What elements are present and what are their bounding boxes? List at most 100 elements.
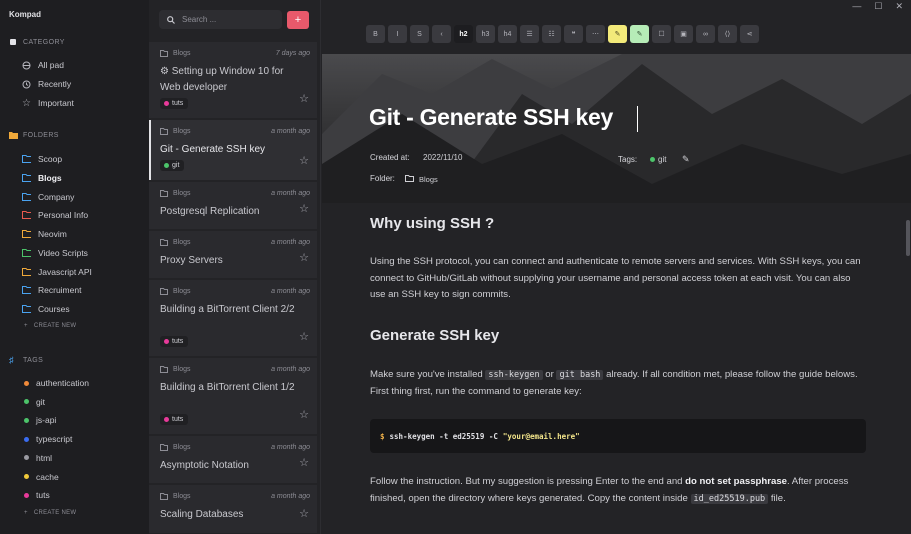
star-icon[interactable]: ☆: [299, 330, 309, 343]
note-item[interactable]: Blogs a month ago Git - Generate SSH key gi…: [149, 120, 317, 181]
folder-icon: [22, 211, 31, 220]
note-category: Blogs: [160, 239, 191, 246]
toolbar-highlight-yellow-button[interactable]: ✎: [608, 25, 627, 43]
sidebar-item-important[interactable]: ☆ Important: [22, 97, 74, 109]
star-icon[interactable]: ☆: [299, 154, 309, 167]
sidebar-tag-js-api[interactable]: js-api: [24, 414, 56, 426]
note-item[interactable]: Blogs a month ago Scaling Databases ☆: [149, 485, 317, 534]
sidebar-folder-personal-info[interactable]: Personal Info: [22, 209, 88, 221]
toolbar-code-block-button[interactable]: ⟨⟩: [718, 25, 737, 43]
paragraph-generate: Make sure you've installed ssh-keygen or…: [370, 367, 866, 400]
tag-color-dot: [24, 455, 29, 461]
note-tag[interactable]: tuts: [160, 336, 189, 347]
sidebar-folder-scoop[interactable]: Scoop: [22, 153, 62, 165]
add-note-button[interactable]: +: [287, 11, 309, 29]
note-tag[interactable]: git: [650, 155, 666, 164]
toolbar-task-button[interactable]: ☐: [652, 25, 671, 43]
sidebar-tag-typescript[interactable]: typescript: [24, 433, 72, 445]
star-icon[interactable]: ☆: [299, 456, 309, 469]
tag-color-dot: [164, 163, 169, 168]
toolbar-hr-button[interactable]: ⋯: [586, 25, 605, 43]
star-icon[interactable]: ☆: [299, 202, 309, 215]
folder-icon: [22, 305, 31, 314]
toolbar-ordered-list-button[interactable]: ☷: [542, 25, 561, 43]
toolbar-strike-button[interactable]: S: [410, 25, 429, 43]
tag-color-dot: [24, 417, 29, 423]
tag-label: tuts: [36, 490, 50, 501]
sidebar-folder-courses[interactable]: Courses: [22, 303, 70, 315]
sidebar-tag-cache[interactable]: cache: [24, 471, 59, 483]
star-icon[interactable]: ☆: [299, 507, 309, 520]
sidebar-folder-neovim[interactable]: Neovim: [22, 228, 67, 240]
toolbar-bullet-list-button[interactable]: ☰: [520, 25, 539, 43]
folder-icon: [22, 267, 31, 276]
note-title: ⚙ Setting up Window 10 for Web developer: [160, 66, 284, 93]
toolbar-image-button[interactable]: ▣: [674, 25, 693, 43]
toolbar-h3-button[interactable]: h3: [476, 25, 495, 43]
note-category-label: Blogs: [173, 493, 191, 500]
code-block[interactable]: $ ssh-keygen -t ed25519 -C "your@email.h…: [370, 419, 866, 453]
search-input[interactable]: [182, 15, 277, 24]
note-tag[interactable]: git: [160, 160, 185, 171]
star-icon[interactable]: ☆: [299, 408, 309, 421]
heading-why-ssh: Why using SSH ?: [370, 215, 495, 232]
scrollbar[interactable]: [906, 220, 910, 256]
sidebar-folder-company[interactable]: Company: [22, 191, 74, 203]
note-item[interactable]: Blogs a month ago Building a BitTorrent Cl…: [149, 358, 317, 435]
note-title: Asymptotic Notation: [160, 460, 249, 471]
note-title: Proxy Servers: [160, 255, 223, 266]
toolbar-link-button[interactable]: ∞: [696, 25, 715, 43]
note-time: a month ago: [271, 239, 310, 246]
toolbar-h4-button[interactable]: h4: [498, 25, 517, 43]
sidebar-tag-authentication[interactable]: authentication: [24, 377, 89, 389]
category-icon: [9, 38, 17, 46]
close-icon[interactable]: ✕: [895, 1, 903, 12]
sidebar-tag-git[interactable]: git: [24, 396, 45, 408]
create-tag-label: CREATE NEW: [33, 510, 77, 516]
sidebar-item-label: Important: [38, 98, 74, 108]
sidebar-folder-recruiment[interactable]: Recruiment: [22, 284, 81, 296]
note-category: Blogs: [160, 190, 191, 197]
minimize-icon[interactable]: —: [852, 1, 861, 12]
note-item[interactable]: Blogs 7 days ago ⚙ Setting up Window 10 fo…: [149, 42, 317, 119]
toolbar-italic-button[interactable]: I: [388, 25, 407, 43]
sidebar-folder-javascript-api[interactable]: Javascript API: [22, 266, 92, 278]
note-item[interactable]: Blogs a month ago Building a BitTorrent Cl…: [149, 280, 317, 357]
edit-tag-icon[interactable]: ✎: [682, 154, 690, 165]
folder-icon: [160, 444, 168, 451]
toolbar-highlight-green-button[interactable]: ✎: [630, 25, 649, 43]
toolbar-h2-button[interactable]: h2: [454, 25, 473, 43]
sidebar-folder-video-scripts[interactable]: Video Scripts: [22, 247, 88, 259]
sidebar-item-recently[interactable]: Recently: [22, 78, 71, 90]
note-tag[interactable]: tuts: [160, 414, 189, 425]
sidebar-item-all-pad[interactable]: All pad: [22, 59, 64, 71]
maximize-icon[interactable]: ☐: [874, 1, 882, 12]
note-item[interactable]: Blogs a month ago Postgresql Replication ☆: [149, 182, 317, 230]
toolbar-code-button[interactable]: ‹: [432, 25, 451, 43]
text-span: file.: [770, 492, 786, 504]
note-title[interactable]: Git - Generate SSH key: [369, 104, 613, 131]
star-icon[interactable]: ☆: [299, 92, 309, 105]
note-category: Blogs: [160, 444, 191, 451]
toolbar-bold-button[interactable]: B: [366, 25, 385, 43]
create-tag-button[interactable]: + CREATE NEW: [24, 510, 76, 516]
sidebar-folder-blogs[interactable]: Blogs: [22, 172, 62, 184]
sidebar-tag-html[interactable]: html: [24, 452, 52, 464]
text-span: or: [545, 369, 554, 380]
note-folder[interactable]: Blogs: [405, 174, 438, 184]
note-item[interactable]: Blogs a month ago Asymptotic Notation ☆: [149, 436, 317, 484]
toolbar-quote-button[interactable]: ❝: [564, 25, 583, 43]
star-icon[interactable]: ☆: [299, 251, 309, 264]
create-folder-button[interactable]: + CREATE NEW: [24, 323, 76, 329]
note-category-label: Blogs: [173, 190, 191, 197]
toolbar-share-button[interactable]: ⋖: [740, 25, 759, 43]
search-box[interactable]: [159, 10, 282, 29]
note-item[interactable]: Blogs a month ago Proxy Servers ☆: [149, 231, 317, 279]
note-time: a month ago: [271, 288, 310, 295]
note-tag[interactable]: tuts: [160, 98, 189, 109]
clock-icon: [22, 80, 31, 89]
folder-label: Folder:: [370, 174, 395, 183]
sidebar-tag-tuts[interactable]: tuts: [24, 489, 50, 501]
note-title: Building a BitTorrent Client 1/2: [160, 382, 295, 393]
note-category-label: Blogs: [173, 239, 191, 246]
